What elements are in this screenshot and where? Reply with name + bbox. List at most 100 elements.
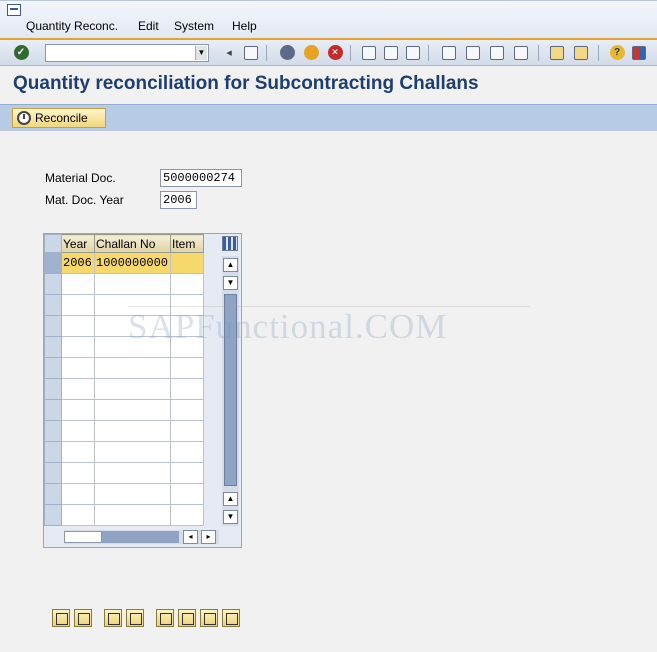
material-doc-input[interactable]: 5000000274 <box>160 169 242 187</box>
table-row[interactable] <box>44 420 204 442</box>
cell-challan-no[interactable] <box>94 420 171 442</box>
row-selector[interactable] <box>44 378 62 400</box>
shortcut-icon[interactable] <box>572 44 590 61</box>
table-row[interactable] <box>44 357 204 379</box>
enter-icon[interactable]: ✓ <box>12 44 30 61</box>
table-row[interactable] <box>44 378 204 400</box>
cell-challan-no[interactable] <box>94 378 171 400</box>
vertical-scrollbar[interactable]: ▲ ▼ ▲ ▼ <box>222 256 239 526</box>
print-icon[interactable] <box>360 44 378 61</box>
cell-year[interactable] <box>61 273 95 295</box>
horizontal-scrollbar[interactable]: ◂ ▸ <box>64 530 219 544</box>
cell-challan-no[interactable] <box>94 504 171 526</box>
table-row[interactable]: 2006 1000000000 <box>44 252 204 274</box>
cell-year[interactable] <box>61 357 95 379</box>
cell-item[interactable] <box>170 462 204 484</box>
last-row-icon[interactable] <box>222 609 240 627</box>
column-header-challan-no[interactable]: Challan No <box>94 234 171 253</box>
row-selector[interactable] <box>44 294 62 316</box>
cell-year[interactable]: 2006 <box>61 252 95 274</box>
last-page-icon[interactable] <box>512 44 530 61</box>
cell-item[interactable] <box>170 399 204 421</box>
delete-row-icon[interactable] <box>74 609 92 627</box>
cell-year[interactable] <box>61 462 95 484</box>
scroll-right-icon[interactable]: ▸ <box>201 530 216 544</box>
cell-challan-no[interactable] <box>94 357 171 379</box>
first-row-icon[interactable] <box>156 609 174 627</box>
prev-page-icon[interactable] <box>464 44 482 61</box>
first-page-icon[interactable] <box>440 44 458 61</box>
cell-year[interactable] <box>61 336 95 358</box>
previous-rows-icon[interactable] <box>178 609 196 627</box>
row-selector[interactable] <box>44 420 62 442</box>
deselect-all-icon[interactable] <box>126 609 144 627</box>
menu-system[interactable]: System <box>174 19 214 33</box>
cell-challan-no[interactable] <box>94 462 171 484</box>
menu-quantity-reconc[interactable]: Quantity Reconc. <box>26 19 118 33</box>
cell-year[interactable] <box>61 504 95 526</box>
cell-year[interactable] <box>61 378 95 400</box>
cell-item[interactable] <box>170 378 204 400</box>
table-row[interactable] <box>44 399 204 421</box>
select-all-cell[interactable] <box>44 234 62 253</box>
cell-challan-no[interactable] <box>94 441 171 463</box>
system-menu-icon[interactable] <box>7 4 21 16</box>
command-dropdown-icon[interactable]: ▼ <box>195 46 207 60</box>
row-selector[interactable] <box>44 315 62 337</box>
cell-year[interactable] <box>61 483 95 505</box>
row-selector[interactable] <box>44 399 62 421</box>
scroll-up-icon[interactable]: ▲ <box>223 258 238 272</box>
scroll-down-icon[interactable]: ▼ <box>223 276 238 290</box>
cell-year[interactable] <box>61 441 95 463</box>
row-selector[interactable] <box>44 504 62 526</box>
layout-icon[interactable] <box>630 44 648 61</box>
reconcile-button[interactable]: Reconcile <box>12 108 106 128</box>
find-next-icon[interactable] <box>404 44 422 61</box>
scroll-left-icon[interactable]: ◂ <box>183 530 198 544</box>
cell-item[interactable] <box>170 441 204 463</box>
table-row[interactable] <box>44 483 204 505</box>
row-selector[interactable] <box>44 336 62 358</box>
cell-year[interactable] <box>61 315 95 337</box>
column-header-year[interactable]: Year <box>61 234 95 253</box>
horizontal-scroll-thumb[interactable] <box>64 531 102 543</box>
row-selector[interactable] <box>44 252 62 274</box>
next-page-icon[interactable] <box>488 44 506 61</box>
cell-challan-no[interactable] <box>94 483 171 505</box>
cell-challan-no[interactable] <box>94 399 171 421</box>
row-selector[interactable] <box>44 483 62 505</box>
next-rows-icon[interactable] <box>200 609 218 627</box>
table-row[interactable] <box>44 441 204 463</box>
cell-item[interactable] <box>170 420 204 442</box>
back-icon[interactable]: ◂ <box>220 44 238 61</box>
back-nav-icon[interactable] <box>278 44 296 61</box>
save-icon[interactable] <box>242 44 260 61</box>
insert-row-icon[interactable] <box>52 609 70 627</box>
cell-item[interactable] <box>170 252 204 274</box>
find-icon[interactable] <box>382 44 400 61</box>
help-icon[interactable]: ? <box>608 44 626 61</box>
menu-edit[interactable]: Edit <box>138 19 159 33</box>
cell-year[interactable] <box>61 399 95 421</box>
cancel-icon[interactable]: ✕ <box>326 44 344 61</box>
cell-challan-no[interactable]: 1000000000 <box>94 252 171 274</box>
row-selector[interactable] <box>44 441 62 463</box>
cell-item[interactable] <box>170 273 204 295</box>
cell-year[interactable] <box>61 420 95 442</box>
cell-item[interactable] <box>170 483 204 505</box>
horizontal-scroll-track[interactable] <box>102 531 179 543</box>
table-row[interactable] <box>44 273 204 295</box>
scroll-page-down-icon[interactable]: ▼ <box>223 510 238 524</box>
command-field[interactable]: ▼ <box>45 44 209 62</box>
menu-help[interactable]: Help <box>232 19 257 33</box>
exit-icon[interactable] <box>302 44 320 61</box>
cell-year[interactable] <box>61 294 95 316</box>
cell-item[interactable] <box>170 357 204 379</box>
table-row[interactable] <box>44 504 204 526</box>
scroll-page-up-icon[interactable]: ▲ <box>223 492 238 506</box>
row-selector[interactable] <box>44 462 62 484</box>
row-selector[interactable] <box>44 357 62 379</box>
table-settings-icon[interactable] <box>222 236 238 251</box>
mat-doc-year-input[interactable]: 2006 <box>160 191 197 209</box>
column-header-item[interactable]: Item <box>170 234 204 253</box>
